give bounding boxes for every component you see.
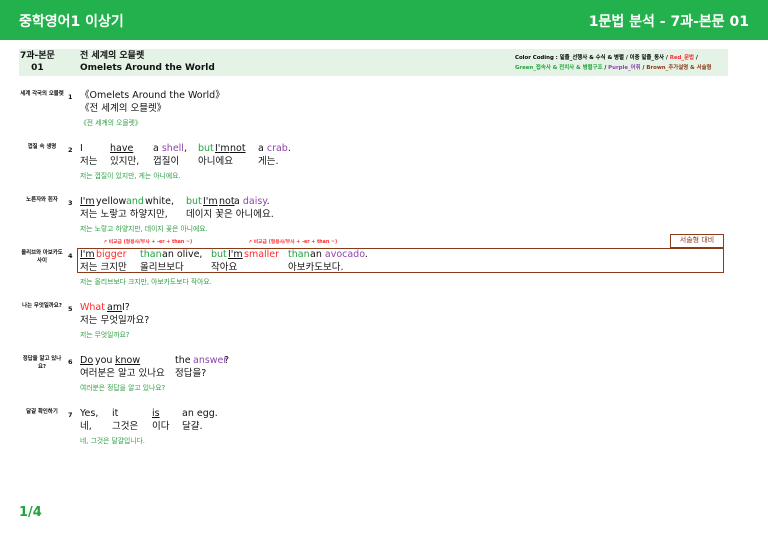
row-label: 껍질 속 생명	[27, 144, 57, 150]
korean-line: 《전 세계의 오믈렛》	[80, 103, 167, 114]
row-label: 노른자와 흰자	[26, 197, 58, 203]
row-number: 2	[68, 146, 73, 154]
row-label: 달걀 확인하기	[26, 409, 58, 415]
book-title: 중학영어1 이상기	[19, 14, 124, 30]
row-number: 1	[68, 93, 73, 101]
row-label: 정답을 알고 있나요?	[22, 356, 62, 370]
translation-line: 저는 무엇일까요?	[80, 331, 130, 339]
color-coding-legend: Color Coding : 밑줄_선행사 & 수식 & 병렬 / 이중 밑줄_…	[515, 55, 712, 71]
row-number: 3	[68, 199, 73, 207]
grammar-note: ↗ 비교급 (형용사/부사 + -er + than ~)	[103, 240, 193, 245]
header-bar: 중학영어1 이상기 1문법 분석 - 7과-본문 01	[0, 0, 768, 40]
page-number: 1/4	[19, 505, 42, 520]
row-number: 5	[68, 305, 73, 313]
row-number: 6	[68, 358, 73, 366]
translation-line: 여러분은 정답을 알고 있나요?	[80, 384, 166, 392]
translation-line: 《전 세계의 오믈렛》	[80, 119, 142, 127]
section-title: 1문법 분석 - 7과-본문 01	[588, 14, 749, 30]
lesson-title-kr: 전 세계의 오믈렛	[80, 51, 145, 61]
lesson-title: 전 세계의 오믈렛 Omelets Around the World	[80, 50, 215, 74]
translation-line: 저는 노랗고 하얗지만, 데이지 꽃은 아니에요.	[80, 225, 208, 233]
lesson-title-en: Omelets Around the World	[80, 63, 215, 73]
translation-line: 저는 올리브보다 크지만, 아보카도보다 작아요.	[80, 278, 212, 286]
row-label: 올리브와 아보카도 사이	[21, 250, 63, 264]
translation-line: 저는 껍질이 있지만, 게는 아니에요.	[80, 172, 181, 180]
english-line: 《Omelets Around the World》	[80, 90, 225, 101]
descriptive-prep-tag: 서술형 대비	[670, 234, 724, 248]
row-label: 나는 무엇일까요?	[22, 303, 62, 309]
lesson-code: 7과-본문 01	[20, 51, 55, 73]
translation-line: 네, 그것은 달걀입니다.	[80, 437, 145, 445]
row-number: 7	[68, 411, 73, 419]
korean-line: 저는 무엇일까요?	[80, 315, 150, 326]
grammar-note: ↗ 비교급 (형용사/부사 + -er + than ~)	[248, 240, 338, 245]
row-number: 4	[68, 252, 73, 260]
row-label: 세계 각국의 오믈렛	[20, 91, 64, 97]
